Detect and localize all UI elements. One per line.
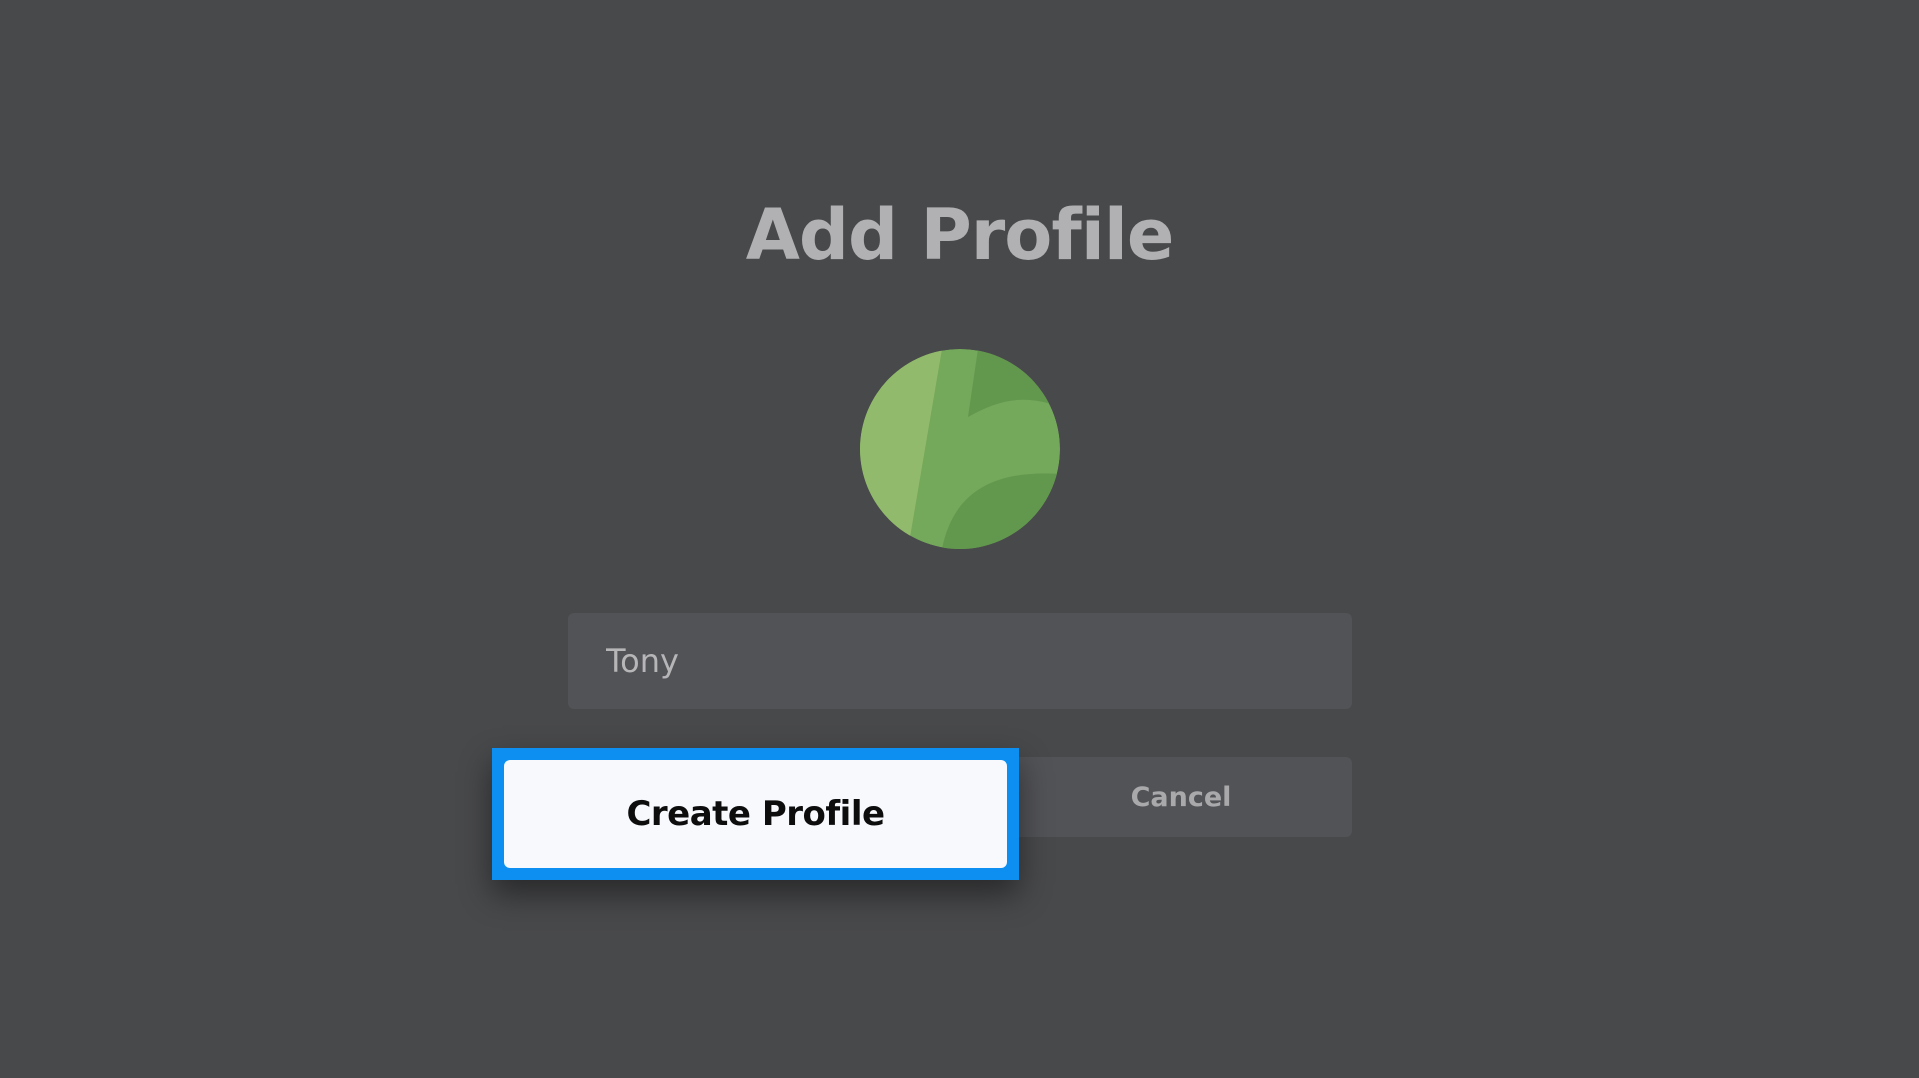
green-abstract-avatar-icon [860,349,1060,549]
create-profile-focus-ring: Create Profile [492,748,1019,880]
page-title: Add Profile [745,194,1175,276]
avatar[interactable] [860,349,1060,549]
cancel-button-label: Cancel [1130,781,1232,813]
profile-name-field[interactable] [568,613,1352,709]
cancel-button[interactable]: Cancel [1010,757,1352,837]
create-profile-button[interactable]: Create Profile [504,760,1007,868]
create-profile-button-label: Create Profile [626,794,885,834]
profile-name-input[interactable] [606,642,1314,680]
add-profile-screen: Add Profile Cancel Create Profile [0,0,1919,1078]
